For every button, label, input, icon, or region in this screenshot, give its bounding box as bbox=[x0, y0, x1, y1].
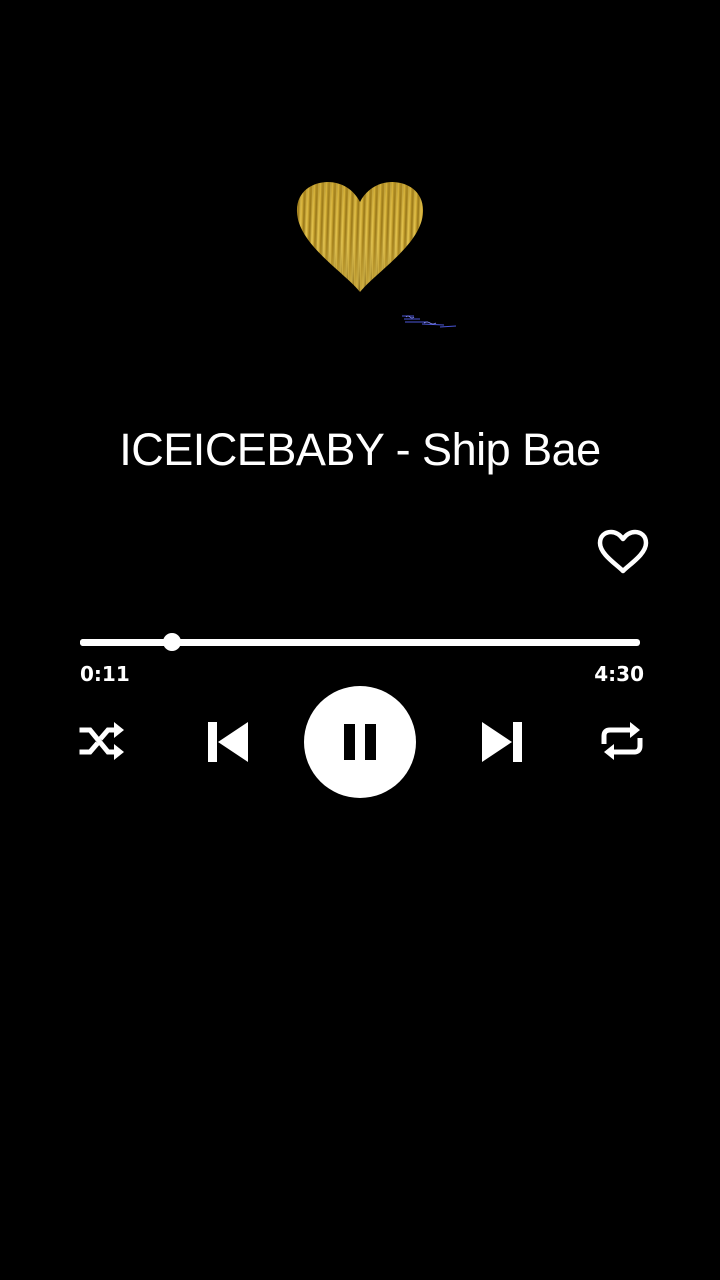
shuffle-icon bbox=[79, 727, 119, 755]
skip-previous-icon bbox=[208, 722, 248, 762]
next-button[interactable] bbox=[476, 716, 528, 768]
previous-button[interactable] bbox=[202, 716, 254, 768]
total-duration: 4:30 bbox=[594, 662, 644, 686]
skip-next-icon bbox=[482, 722, 522, 762]
elapsed-time: 0:11 bbox=[80, 662, 130, 686]
progress-bar[interactable] bbox=[80, 633, 640, 651]
like-button[interactable] bbox=[596, 528, 650, 576]
repeat-button[interactable] bbox=[596, 718, 648, 764]
gold-heart-icon bbox=[296, 182, 424, 292]
pause-icon bbox=[344, 724, 376, 760]
play-pause-button[interactable] bbox=[304, 686, 416, 798]
progress-fill bbox=[80, 639, 173, 646]
shuffle-button[interactable] bbox=[78, 718, 128, 764]
watermark-scribble bbox=[402, 315, 457, 328]
heart-outline-icon bbox=[597, 529, 649, 574]
progress-knob[interactable] bbox=[163, 633, 182, 651]
song-title: ICEICEBABY - Ship Bae bbox=[119, 424, 601, 475]
repeat-icon bbox=[601, 722, 643, 760]
